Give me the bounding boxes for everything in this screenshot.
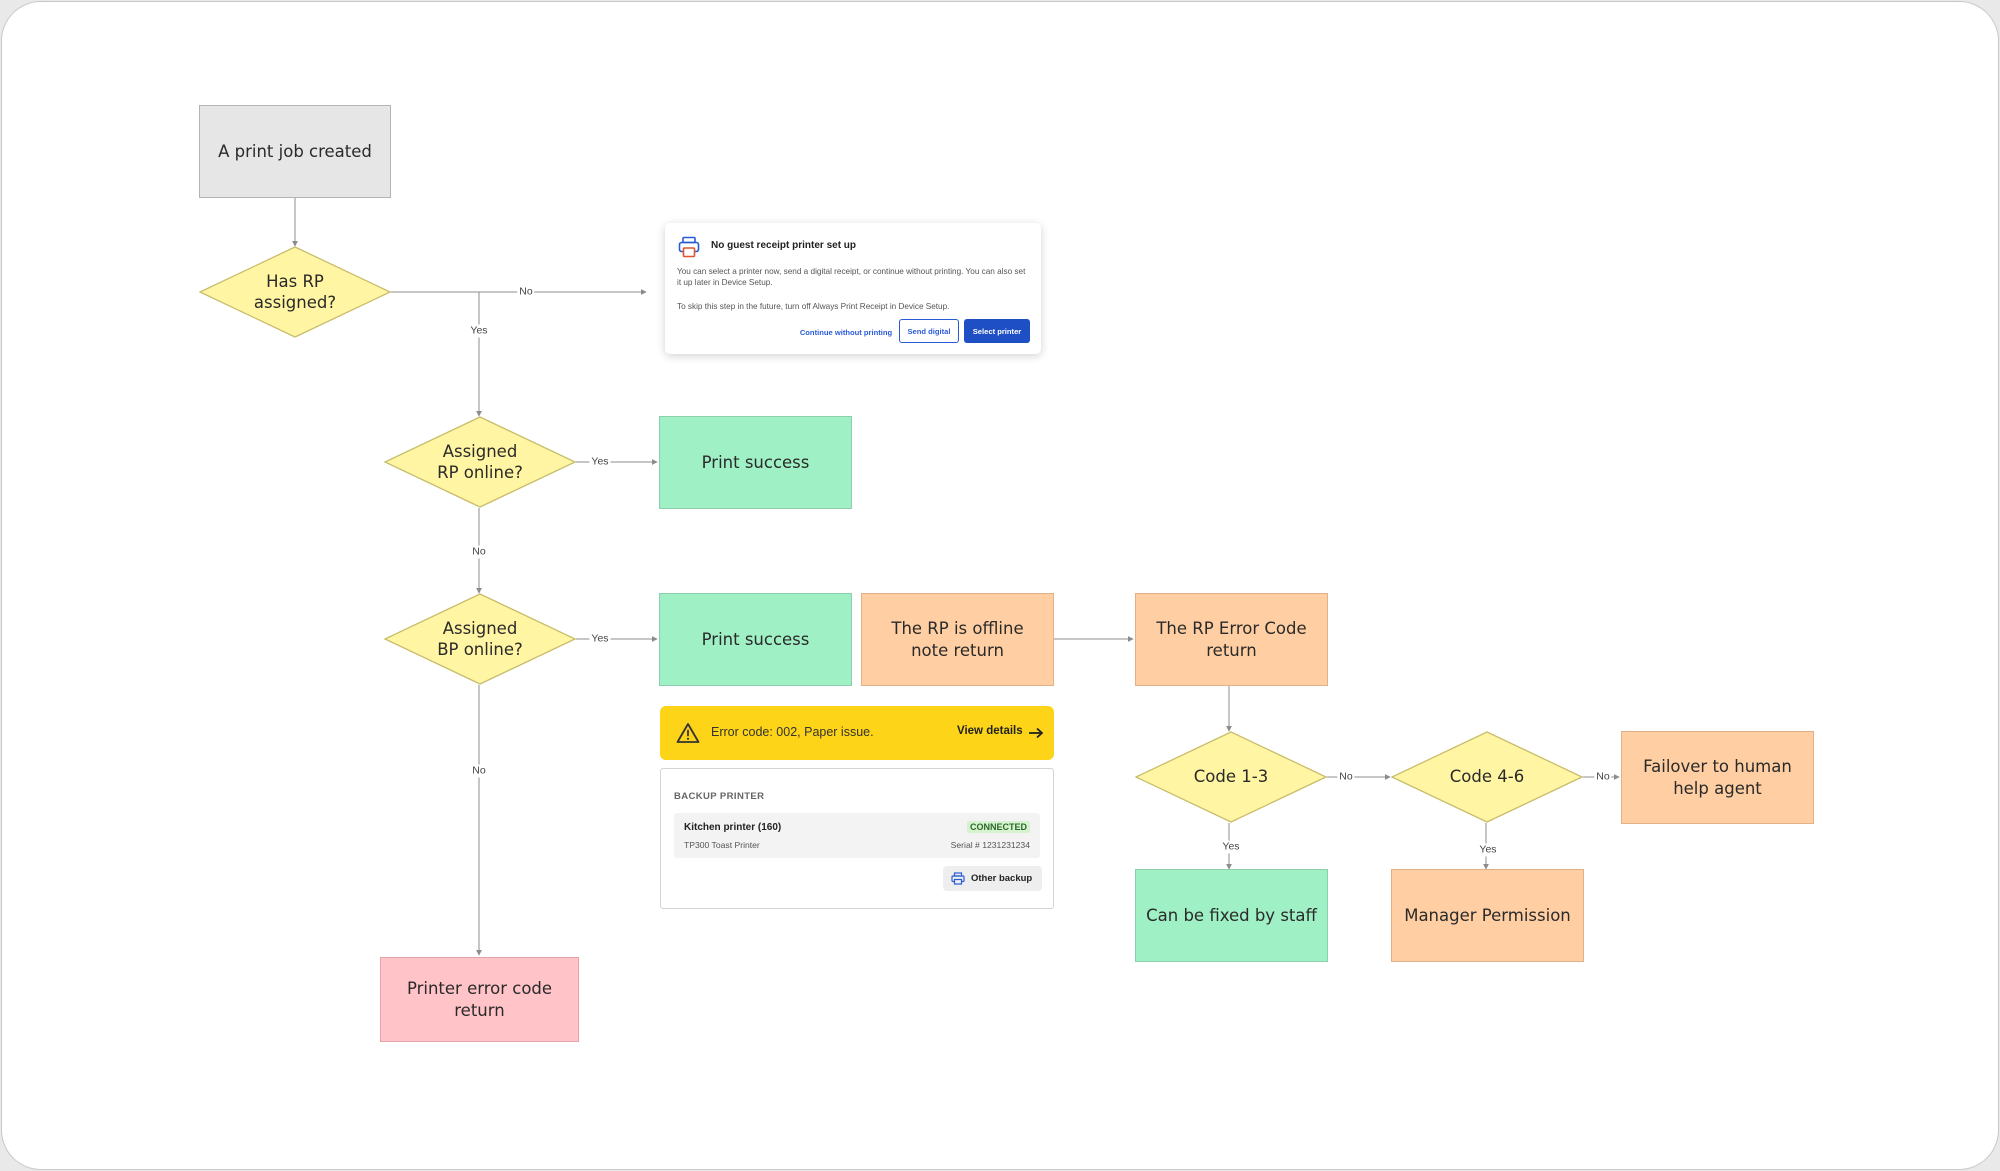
decision-label: Has RP assigned? (253, 271, 337, 312)
warning-icon (676, 723, 700, 743)
rp-online-decision: Assigned RP online? (384, 416, 576, 508)
print-success-bp-node: Print success (659, 593, 852, 686)
edge-label-no: No (470, 764, 488, 778)
edge-label-yes: Yes (468, 324, 490, 338)
edge-label-yes: Yes (589, 632, 611, 646)
edge-label-no: No (517, 285, 535, 299)
edge-label-no: No (1337, 770, 1355, 784)
decision-label: Code 4-6 (1449, 767, 1525, 787)
printer-serial: Serial # 1231231234 (950, 840, 1030, 850)
edge-label-yes: Yes (1477, 843, 1499, 857)
edge-label-no: No (470, 545, 488, 559)
decision-label: Assigned RP online? (437, 441, 523, 482)
view-details-link[interactable]: View details (957, 725, 1023, 737)
edge-label-yes: Yes (1220, 840, 1242, 854)
backup-printer-title: BACKUP PRINTER (674, 791, 765, 802)
edge-label-yes: Yes (589, 455, 611, 469)
send-digital-button[interactable]: Send digital (899, 319, 959, 343)
has-rp-decision: Has RP assigned? (199, 246, 391, 338)
dialog-note: To skip this step in the future, turn of… (677, 302, 950, 311)
start-node: A print job created (199, 105, 391, 198)
printer-name: Kitchen printer (160) (684, 822, 782, 833)
offline-note-node: The RP is offline note return (861, 593, 1054, 686)
rp-error-code-node: The RP Error Code return (1135, 593, 1328, 686)
decision-label: Assigned BP online? (437, 618, 523, 659)
no-printer-dialog: No guest receipt printer set up You can … (665, 223, 1041, 354)
print-success-rp-node: Print success (659, 416, 852, 509)
code-4-6-decision: Code 4-6 (1391, 731, 1583, 823)
flowchart-canvas: No Yes Yes No Yes No No Yes No Yes A pri… (1, 1, 1999, 1170)
dialog-title: No guest receipt printer set up (711, 240, 857, 251)
error-banner: Error code: 002, Paper issue. View detai… (660, 706, 1054, 760)
code-1-3-decision: Code 1-3 (1135, 731, 1327, 823)
manager-permission-node: Manager Permission (1391, 869, 1584, 962)
edge-label-no: No (1594, 770, 1612, 784)
backup-printer-card: BACKUP PRINTER Kitchen printer (160) TP3… (660, 768, 1054, 909)
fixed-by-staff-node: Can be fixed by staff (1135, 869, 1328, 962)
backup-printer-row[interactable]: Kitchen printer (160) TP300 Toast Printe… (674, 813, 1040, 858)
arrow-right-icon[interactable] (1028, 726, 1044, 740)
bp-online-decision: Assigned BP online? (384, 593, 576, 685)
continue-without-printing-button[interactable]: Continue without printing (791, 321, 901, 343)
status-badge: CONNECTED (966, 821, 1030, 833)
failover-node: Failover to human help agent (1621, 731, 1814, 824)
printer-error-node: Printer error code return (380, 957, 579, 1042)
other-backup-label: Other backup (971, 873, 1033, 884)
error-text: Error code: 002, Paper issue. (711, 725, 874, 739)
printer-icon (951, 872, 965, 885)
other-backup-button[interactable]: Other backup (943, 866, 1042, 891)
printer-model: TP300 Toast Printer (684, 840, 760, 850)
select-printer-button[interactable]: Select printer (964, 319, 1030, 343)
decision-label: Code 1-3 (1193, 767, 1269, 787)
printer-icon (678, 236, 700, 258)
dialog-body: You can select a printer now, send a dig… (677, 267, 1026, 287)
